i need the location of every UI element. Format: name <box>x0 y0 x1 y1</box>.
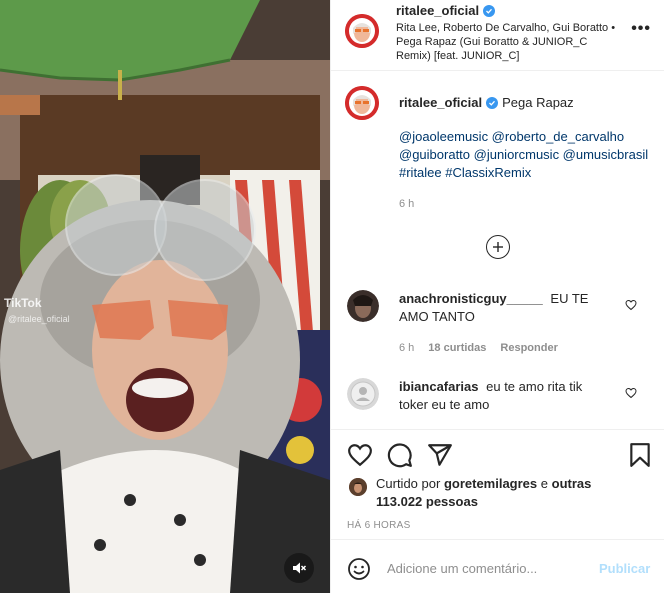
comment-avatar[interactable] <box>347 290 379 322</box>
comment-text: ibiancafarias eu te amo rita tik toker e… <box>399 378 614 414</box>
comment-time: 6 h <box>399 342 415 354</box>
comment-like-heart-icon[interactable] <box>625 387 637 399</box>
more-options-button[interactable]: ••• <box>631 21 651 37</box>
verified-badge-icon <box>486 96 499 109</box>
tiktok-watermark: TikTok <box>4 296 42 310</box>
comment-text: anachronisticguy_____ EU TE AMO TANTO <box>399 290 614 326</box>
caption-line: ritalee_oficial Pega Rapaz <box>399 95 574 110</box>
bookmark-icon[interactable] <box>627 442 653 468</box>
author-avatar[interactable] <box>345 14 379 48</box>
comment-avatar-image <box>347 290 379 322</box>
caption-tags[interactable]: @joaoleemusic @roberto_de_carvalho @guib… <box>399 128 649 182</box>
reply-button[interactable]: Responder <box>500 342 557 354</box>
publish-button[interactable]: Publicar <box>599 561 650 576</box>
plus-circle-icon <box>493 242 503 252</box>
verified-badge-icon <box>483 4 496 17</box>
comment-username[interactable]: ibiancafarias <box>399 379 479 394</box>
music-info[interactable]: Rita Lee, Roberto De Carvalho, Gui Borat… <box>396 21 621 63</box>
comment-meta: 6 h 18 curtidas Responder <box>399 342 558 354</box>
mute-button[interactable] <box>284 553 314 583</box>
post-timestamp[interactable]: HÁ 6 HORAS <box>347 520 411 531</box>
share-icon[interactable] <box>427 442 453 468</box>
load-more-comments-button[interactable] <box>486 235 510 259</box>
caption-author-avatar[interactable] <box>345 86 379 120</box>
author-username-row: ritalee_oficial <box>396 3 496 18</box>
caption-time: 6 h <box>399 198 415 210</box>
caption-text: Pega Rapaz <box>502 95 574 110</box>
author-username[interactable]: ritalee_oficial <box>396 3 479 18</box>
post-video[interactable]: TikTok @ritalee_oficial <box>0 0 330 593</box>
comment-likes-count[interactable]: 18 curtidas <box>428 342 486 354</box>
caption-avatar-image <box>345 86 379 120</box>
tiktok-watermark-handle: @ritalee_oficial <box>8 314 70 324</box>
author-avatar-image <box>345 14 379 48</box>
caption-username[interactable]: ritalee_oficial <box>399 95 482 110</box>
comment-input[interactable] <box>387 557 587 579</box>
likes-mid: e <box>540 476 548 491</box>
likes-summary: Curtido por goretemilagres e outras 113.… <box>376 475 636 511</box>
comment-avatar-image <box>347 378 379 410</box>
heart-icon[interactable] <box>347 442 373 468</box>
liker-avatar-image <box>349 478 367 496</box>
speaker-muted-icon <box>293 562 307 574</box>
emoji-icon[interactable] <box>347 557 371 581</box>
post-side-panel: ritalee_oficial Rita Lee, Roberto De Car… <box>330 0 664 593</box>
video-frame <box>0 0 330 593</box>
comment-icon[interactable] <box>387 442 413 468</box>
liker-avatar[interactable] <box>349 478 367 496</box>
likes-user[interactable]: goretemilagres <box>444 476 537 491</box>
comment-like-heart-icon[interactable] <box>625 299 637 311</box>
comment-avatar[interactable] <box>347 378 379 410</box>
post-header: ritalee_oficial Rita Lee, Roberto De Car… <box>331 0 664 71</box>
comment-username[interactable]: anachronisticguy_____ <box>399 291 543 306</box>
add-comment-bar: Publicar <box>331 539 664 593</box>
likes-prefix: Curtido por <box>376 476 441 491</box>
